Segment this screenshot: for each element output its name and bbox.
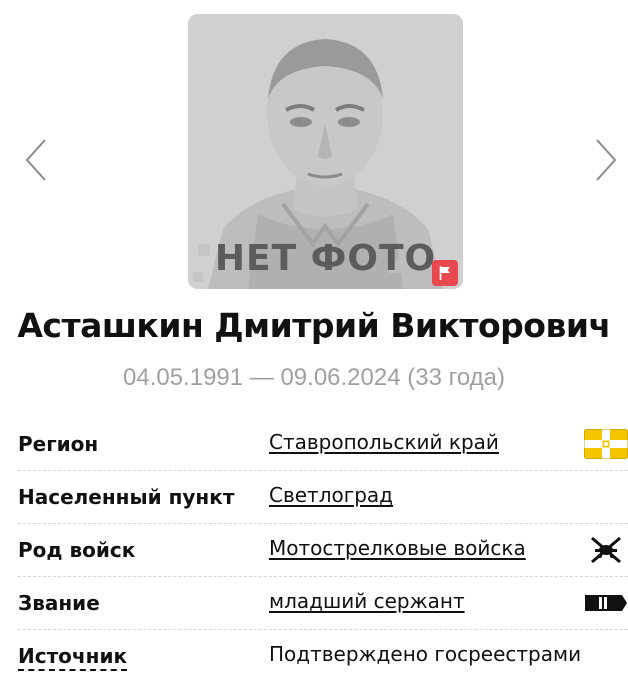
prev-photo-button[interactable]	[16, 130, 56, 190]
branch-link[interactable]: Мотострелковые войска	[269, 536, 526, 560]
person-name: Асташкин Дмитрий Викторович	[17, 306, 611, 345]
info-row-settlement: Населенный пункт Светлоград	[18, 471, 628, 524]
life-dates: 04.05.1991 — 09.06.2024 (33 года)	[123, 364, 505, 391]
branch-label: Род войск	[18, 538, 136, 562]
rank-link[interactable]: младший сержант	[269, 589, 465, 613]
region-flag-icon	[584, 427, 628, 461]
flag-icon	[439, 266, 450, 280]
settlement-label: Населенный пункт	[18, 485, 235, 509]
info-row-source: Источник Подтверждено госреестрами	[18, 630, 628, 682]
chevron-left-icon	[25, 139, 46, 181]
info-row-branch: Род войск Мотострелковые войска	[18, 524, 628, 577]
chevron-right-icon	[596, 139, 617, 181]
motor-rifle-emblem-icon	[584, 533, 628, 567]
info-row-rank: Звание младший сержант	[18, 577, 628, 630]
report-flag-button[interactable]	[432, 260, 458, 286]
next-photo-button[interactable]	[586, 130, 626, 190]
settlement-link[interactable]: Светлоград	[269, 483, 393, 507]
rank-label: Звание	[18, 591, 100, 615]
info-table: Регион Ставропольский край Населенный пу…	[18, 418, 628, 682]
source-label[interactable]: Источник	[18, 644, 128, 671]
region-label: Регион	[18, 432, 99, 456]
region-link[interactable]: Ставропольский край	[269, 430, 499, 454]
info-row-region: Регион Ставропольский край	[18, 418, 628, 471]
source-value: Подтверждено госреестрами	[269, 642, 582, 666]
shoulder-strap-icon	[584, 586, 628, 620]
photo-placeholder: НЕТ ФОТО	[188, 14, 463, 289]
no-photo-label: НЕТ ФОТО	[214, 238, 437, 279]
